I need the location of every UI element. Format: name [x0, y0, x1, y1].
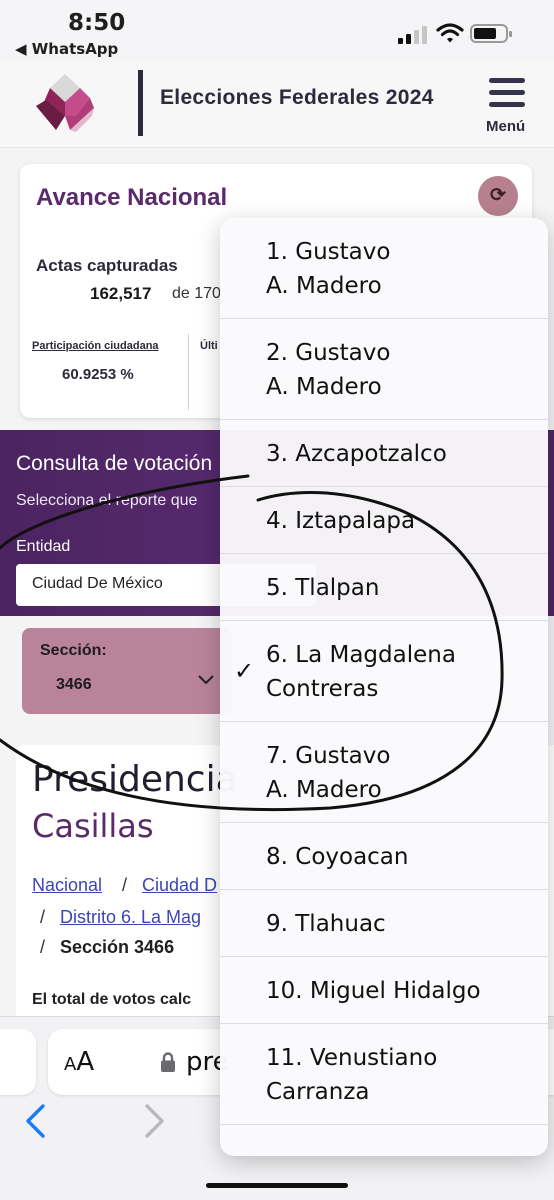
refresh-button[interactable]: ⟳: [478, 176, 518, 216]
results-subtitle: Casillas: [32, 807, 154, 845]
menu-label: Menú: [486, 118, 526, 135]
back-arrow-icon[interactable]: [24, 1103, 46, 1149]
results-title: Presidencia: [32, 759, 238, 800]
consulta-title: Consulta de votación: [16, 452, 213, 475]
distrito-option-label: 6. La Magdalena Contreras: [266, 641, 456, 702]
actas-count: 162,517: [90, 284, 152, 303]
distrito-option[interactable]: 3. Azcapotzalco: [220, 420, 548, 487]
breadcrumb-nacional[interactable]: Nacional: [32, 875, 102, 896]
breadcrumb-entidad[interactable]: Ciudad D: [142, 875, 217, 896]
distrito-option[interactable]: 11. Venustiano Carranza: [220, 1024, 548, 1125]
distrito-option[interactable]: 2. Gustavo A. Madero: [220, 319, 548, 420]
distrito-option-label: 1. Gustavo A. Madero: [266, 238, 391, 299]
breadcrumb-seccion: Sección 3466: [60, 937, 175, 957]
consulta-subtitle: Selecciona el reporte que: [16, 492, 198, 509]
distrito-option-label: 5. Tlalpan: [266, 574, 380, 601]
menu-button[interactable]: Menú: [484, 74, 532, 136]
distrito-option-label: 9. Tlahuac: [266, 910, 386, 937]
participacion-value: 60.9253 %: [62, 366, 134, 383]
distrito-option-label: 8. Coyoacan: [266, 843, 409, 870]
distrito-option[interactable]: 8. Coyoacan: [220, 823, 548, 890]
distrito-option[interactable]: 6. La Magdalena Contreras ✓: [220, 621, 548, 722]
distrito-picker-dropdown[interactable]: 1. Gustavo A. Madero 2. Gustavo A. Madero…: [220, 218, 548, 1156]
actas-label: Actas capturadas: [36, 256, 178, 275]
back-to-app-link[interactable]: ◀ WhatsApp: [15, 40, 118, 58]
distrito-option[interactable]: 5. Tlalpan: [220, 554, 548, 621]
distrito-option[interactable]: 10. Miguel Hidalgo: [220, 957, 548, 1024]
distrito-option[interactable]: 4. Iztapalapa: [220, 487, 548, 554]
avance-title: Avance Nacional: [36, 184, 228, 211]
seccion-label: Sección:: [40, 642, 107, 659]
checkmark-icon: ✓: [234, 656, 255, 685]
distrito-option-label: 10. Miguel Hidalgo: [266, 977, 481, 1004]
home-indicator: [206, 1183, 348, 1188]
lock-icon: [161, 1052, 175, 1072]
distrito-option-label: 4. Iztapalapa: [266, 507, 416, 534]
forward-arrow-icon[interactable]: [144, 1103, 166, 1149]
refresh-icon: ⟳: [490, 185, 506, 206]
entidad-label: Entidad: [16, 538, 71, 555]
ine-logo[interactable]: [34, 72, 96, 134]
page-header-title: Elecciones Federales 2024: [160, 86, 434, 109]
total-votos-text: El total de votos calc: [32, 991, 192, 1008]
seccion-value: 3466: [56, 676, 92, 693]
status-bar: 8:50 ◀ WhatsApp: [0, 0, 554, 62]
distrito-option[interactable]: 9. Tlahuac: [220, 890, 548, 957]
ultima-actualizacion-label: Últi: [200, 340, 218, 352]
breadcrumb-distrito[interactable]: Distrito 6. La Mag: [60, 907, 201, 928]
battery-icon: [470, 24, 512, 43]
participacion-label[interactable]: Participación ciudadana: [32, 340, 159, 352]
site-header: Elecciones Federales 2024 Menú: [0, 62, 554, 148]
seccion-select[interactable]: Sección: 3466: [22, 628, 232, 714]
breadcrumb-separator: /: [40, 937, 46, 957]
hamburger-icon: [489, 78, 525, 83]
distrito-option-label: 3. Azcapotzalco: [266, 440, 447, 467]
previous-tab-pill[interactable]: [0, 1029, 36, 1095]
actas-total: de 170: [172, 285, 221, 302]
cellular-signal-icon: [398, 24, 428, 44]
status-time: 8:50: [68, 10, 126, 36]
chevron-down-icon: [198, 672, 214, 690]
distrito-option-label: 11. Venustiano Carranza: [266, 1044, 438, 1105]
distrito-option[interactable]: 1. Gustavo A. Madero: [220, 218, 548, 319]
distrito-option-label: 2. Gustavo A. Madero: [266, 339, 391, 400]
card-divider: [188, 334, 189, 410]
reader-options-button[interactable]: AAAA: [64, 1047, 94, 1077]
header-divider: [138, 70, 143, 136]
distrito-option[interactable]: 7. Gustavo A. Madero: [220, 722, 548, 823]
breadcrumb-separator: /: [40, 907, 46, 927]
breadcrumb-separator: /: [122, 875, 128, 895]
distrito-option-label: 7. Gustavo A. Madero: [266, 742, 391, 803]
wifi-icon: [436, 23, 464, 43]
